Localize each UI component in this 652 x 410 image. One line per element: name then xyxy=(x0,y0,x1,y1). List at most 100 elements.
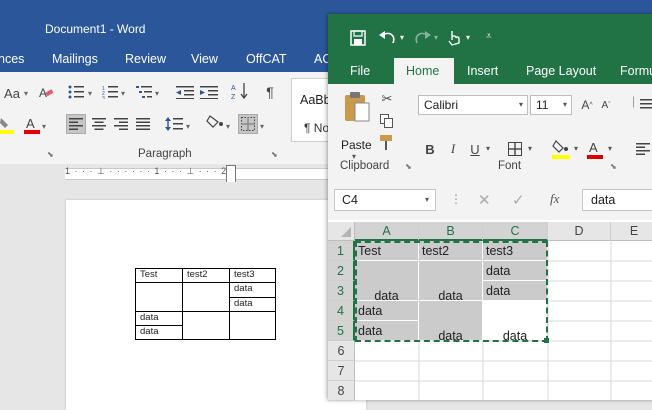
row-header-3[interactable]: 3 xyxy=(328,281,355,301)
customize-toolbar-icon[interactable]: ⩡ xyxy=(486,31,492,42)
word-table-cell[interactable]: data xyxy=(229,282,276,298)
increase-indent-icon[interactable] xyxy=(199,83,219,101)
font-color-icon[interactable]: A xyxy=(22,116,42,134)
cancel-icon[interactable]: ✕ xyxy=(478,191,491,209)
shading-icon[interactable] xyxy=(205,114,225,132)
decrease-font-size-icon[interactable]: Aˇ xyxy=(598,97,614,113)
chevron-down-icon[interactable]: ▾ xyxy=(400,33,404,42)
undo-icon[interactable] xyxy=(378,28,398,48)
tab-review[interactable]: Review xyxy=(125,52,166,66)
italic-button[interactable]: I xyxy=(445,140,461,158)
format-painter-icon[interactable] xyxy=(378,134,396,152)
chevron-down-icon[interactable]: ▾ xyxy=(528,144,532,153)
word-table-cell[interactable]: test3 xyxy=(229,268,276,283)
word-table-cell[interactable] xyxy=(229,311,276,340)
chevron-down-icon[interactable]: ▾ xyxy=(466,33,470,42)
align-top-icon[interactable] xyxy=(638,95,652,113)
row-header-5[interactable]: 5 xyxy=(328,321,355,341)
show-formatting-marks-icon[interactable]: ¶ xyxy=(260,83,280,101)
tab-view[interactable]: View xyxy=(191,52,218,66)
save-icon[interactable] xyxy=(348,28,368,48)
chevron-down-icon[interactable]: ▾ xyxy=(574,144,578,153)
chevron-down-icon[interactable]: ▾ xyxy=(434,33,438,42)
column-header-d[interactable]: D xyxy=(548,222,611,241)
line-spacing-icon[interactable] xyxy=(164,115,184,133)
bullets-icon[interactable] xyxy=(66,83,86,101)
style-normal-label: ¶ No xyxy=(304,121,330,135)
formula-bar-grip-icon[interactable]: ⋮ xyxy=(450,192,462,206)
change-case-icon[interactable]: Aa xyxy=(0,84,26,102)
chevron-down-icon: ▾ xyxy=(42,122,47,131)
dialog-launcher-icon[interactable]: ⬊ xyxy=(271,150,278,159)
word-table-cell[interactable]: data xyxy=(135,311,183,326)
insert-function-icon[interactable]: fx xyxy=(550,191,559,207)
tab-mailings[interactable]: Mailings xyxy=(52,52,98,66)
tab-page-layout[interactable]: Page Layout xyxy=(526,64,596,78)
word-table-cell[interactable] xyxy=(182,282,230,312)
align-center-icon[interactable] xyxy=(89,115,109,133)
column-header-b[interactable]: B xyxy=(419,222,483,241)
column-header-a[interactable]: A xyxy=(355,222,419,241)
highlight-color-icon[interactable] xyxy=(0,116,16,134)
copy-icon[interactable] xyxy=(378,112,396,130)
tab-formulas[interactable]: Formu xyxy=(620,64,652,78)
word-table-cell[interactable]: data xyxy=(135,325,183,340)
excel-title-bar: ▾ ▾ ▾ ⩡ xyxy=(328,14,652,58)
word-table-cell[interactable]: test2 xyxy=(182,268,230,283)
font-color-icon[interactable]: A xyxy=(586,139,604,159)
borders-icon[interactable] xyxy=(506,140,524,158)
increase-font-size-icon[interactable]: A ^ xyxy=(578,96,596,114)
cut-icon[interactable]: ✂ xyxy=(378,90,396,108)
bold-button[interactable]: B xyxy=(422,140,438,158)
dialog-launcher-icon[interactable]: ⬊ xyxy=(405,162,412,171)
chevron-down-icon[interactable]: ▾ xyxy=(608,144,612,153)
paste-icon[interactable] xyxy=(342,90,372,124)
tab-references[interactable]: nces xyxy=(0,52,24,66)
touch-mode-icon[interactable] xyxy=(444,28,464,48)
word-table-cell[interactable] xyxy=(182,311,230,340)
multilevel-list-icon[interactable] xyxy=(134,83,154,101)
word-table[interactable]: Test test2 test3 data data data data xyxy=(135,268,276,340)
underline-button[interactable]: U xyxy=(467,140,483,158)
row-header-7[interactable]: 7 xyxy=(328,361,355,381)
paste-label[interactable]: Paste xyxy=(341,138,372,152)
tab-file[interactable]: File xyxy=(350,64,370,78)
word-table-cell[interactable]: data xyxy=(229,296,276,312)
word-table-cell[interactable] xyxy=(135,282,183,312)
decrease-indent-icon[interactable] xyxy=(175,83,195,101)
font-size-dropdown[interactable]: 11 ▾ xyxy=(530,95,572,115)
align-left-icon[interactable] xyxy=(634,140,652,158)
row-header-4[interactable]: 4 xyxy=(328,301,355,321)
row-header-6[interactable]: 6 xyxy=(328,341,355,361)
row-header-1[interactable]: 1 xyxy=(328,241,355,261)
fill-handle[interactable] xyxy=(544,338,549,343)
formula-input[interactable]: data xyxy=(582,189,652,211)
numbering-icon[interactable]: 123 xyxy=(100,83,120,101)
column-header-c[interactable]: C xyxy=(483,222,548,241)
redo-icon[interactable] xyxy=(412,28,432,48)
tab-offcat[interactable]: OffCAT xyxy=(246,52,287,66)
column-header-e[interactable]: E xyxy=(611,222,652,241)
align-right-icon[interactable] xyxy=(111,115,131,133)
fill-color-icon[interactable] xyxy=(552,139,570,159)
justify-icon[interactable] xyxy=(133,115,153,133)
dialog-launcher-icon[interactable]: ⬊ xyxy=(47,150,54,159)
chevron-down-icon[interactable]: ▾ xyxy=(486,144,490,153)
sort-icon[interactable]: AZ xyxy=(230,82,250,100)
clipboard-group-label: Clipboard xyxy=(340,160,390,172)
align-left-icon[interactable] xyxy=(66,114,86,134)
ruler[interactable]: 1 · · · ⊥ · · · · · · 1 · · · ⊥ · · · 2 xyxy=(65,166,345,180)
tab-insert[interactable]: Insert xyxy=(467,64,498,78)
word-table-cell[interactable]: Test xyxy=(135,268,183,283)
tab-home[interactable]: Home xyxy=(406,64,439,78)
row-header-8[interactable]: 8 xyxy=(328,381,355,401)
row-header-2[interactable]: 2 xyxy=(328,261,355,281)
enter-icon[interactable]: ✓ xyxy=(512,191,525,209)
font-name-dropdown[interactable]: Calibri ▾ xyxy=(418,95,528,115)
name-box[interactable]: C4 ▾ xyxy=(334,189,436,211)
clear-formatting-icon[interactable]: A xyxy=(36,83,56,101)
borders-icon[interactable] xyxy=(238,114,258,134)
dialog-launcher-icon[interactable]: ⬊ xyxy=(610,162,617,171)
chevron-down-icon: ▾ xyxy=(121,89,126,98)
select-all-button[interactable] xyxy=(328,222,355,241)
